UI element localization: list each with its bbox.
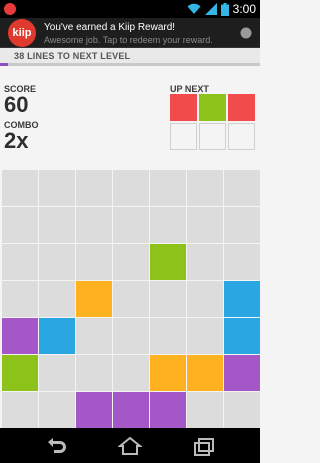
board-block[interactable] — [76, 281, 112, 317]
board-cell[interactable] — [150, 318, 186, 354]
board-block[interactable] — [224, 281, 260, 317]
status-bar: 3:00 — [0, 0, 260, 18]
board-cell[interactable] — [150, 281, 186, 317]
board-cell[interactable] — [39, 355, 75, 391]
board-block[interactable] — [150, 392, 186, 428]
kiip-logo: kiip — [8, 19, 36, 47]
board-cell[interactable] — [187, 392, 223, 428]
battery-icon — [220, 2, 229, 16]
board-cell[interactable] — [113, 207, 149, 243]
up-next-cell — [170, 123, 197, 150]
board-cell[interactable] — [2, 170, 38, 206]
board-cell[interactable] — [187, 318, 223, 354]
board-cell[interactable] — [187, 281, 223, 317]
board-cell[interactable] — [113, 170, 149, 206]
board-cell[interactable] — [224, 244, 260, 280]
board-cell[interactable] — [76, 244, 112, 280]
board-cell[interactable] — [39, 170, 75, 206]
kiip-small-icon — [240, 27, 252, 39]
level-banner: 38 LINES TO NEXT LEVEL — [0, 48, 260, 66]
board-cell[interactable] — [39, 244, 75, 280]
status-time: 3:00 — [232, 2, 256, 16]
lines-to-next-level: 38 LINES TO NEXT LEVEL — [14, 51, 131, 61]
board-block[interactable] — [39, 318, 75, 354]
board-cell[interactable] — [2, 392, 38, 428]
board-cell[interactable] — [150, 207, 186, 243]
up-next-cell — [199, 123, 226, 150]
board-cell[interactable] — [187, 207, 223, 243]
navigation-bar — [0, 428, 260, 463]
combo-value: 2x — [4, 128, 29, 153]
board-cell[interactable] — [224, 207, 260, 243]
board-cell[interactable] — [224, 392, 260, 428]
kiip-notification[interactable]: kiip You've earned a Kiip Reward! Awesom… — [0, 18, 260, 48]
recents-icon[interactable] — [192, 436, 216, 456]
board-block[interactable] — [224, 318, 260, 354]
board-cell[interactable] — [150, 170, 186, 206]
board-cell[interactable] — [39, 392, 75, 428]
up-next-cell — [170, 94, 197, 121]
wifi-icon — [187, 3, 201, 14]
up-next-cell — [199, 94, 226, 121]
board-block[interactable] — [76, 392, 112, 428]
status-icons: 3:00 — [187, 2, 256, 16]
board-cell[interactable] — [187, 244, 223, 280]
board-cell[interactable] — [76, 207, 112, 243]
board-cell[interactable] — [76, 355, 112, 391]
board-cell[interactable] — [113, 355, 149, 391]
board-block[interactable] — [150, 355, 186, 391]
board-cell[interactable] — [2, 207, 38, 243]
board-cell[interactable] — [113, 318, 149, 354]
board-cell[interactable] — [39, 207, 75, 243]
board-cell[interactable] — [113, 244, 149, 280]
board-cell[interactable] — [76, 318, 112, 354]
board-cell[interactable] — [2, 281, 38, 317]
up-next-preview — [170, 94, 255, 150]
board-block[interactable] — [150, 244, 186, 280]
up-next-label: UP NEXT — [170, 84, 209, 94]
notification-title: You've earned a Kiip Reward! — [44, 22, 176, 33]
level-progress-bar — [0, 63, 8, 66]
signal-icon — [204, 3, 217, 15]
notification-subtitle: Awesome job. Tap to redeem your reward. — [44, 35, 213, 45]
up-next-cell — [228, 123, 255, 150]
score-value: 60 — [4, 92, 29, 117]
home-icon[interactable] — [118, 436, 142, 456]
board-cell[interactable] — [187, 170, 223, 206]
board-cell[interactable] — [2, 244, 38, 280]
board-block[interactable] — [224, 355, 260, 391]
back-icon[interactable] — [44, 436, 68, 456]
board-cell[interactable] — [224, 170, 260, 206]
board-block[interactable] — [187, 355, 223, 391]
game-board[interactable] — [2, 170, 260, 428]
board-block[interactable] — [113, 392, 149, 428]
board-cell[interactable] — [76, 170, 112, 206]
kiip-mini-icon — [4, 3, 16, 15]
up-next-cell — [228, 94, 255, 121]
board-cell[interactable] — [113, 281, 149, 317]
board-block[interactable] — [2, 355, 38, 391]
board-block[interactable] — [2, 318, 38, 354]
board-cell[interactable] — [39, 281, 75, 317]
